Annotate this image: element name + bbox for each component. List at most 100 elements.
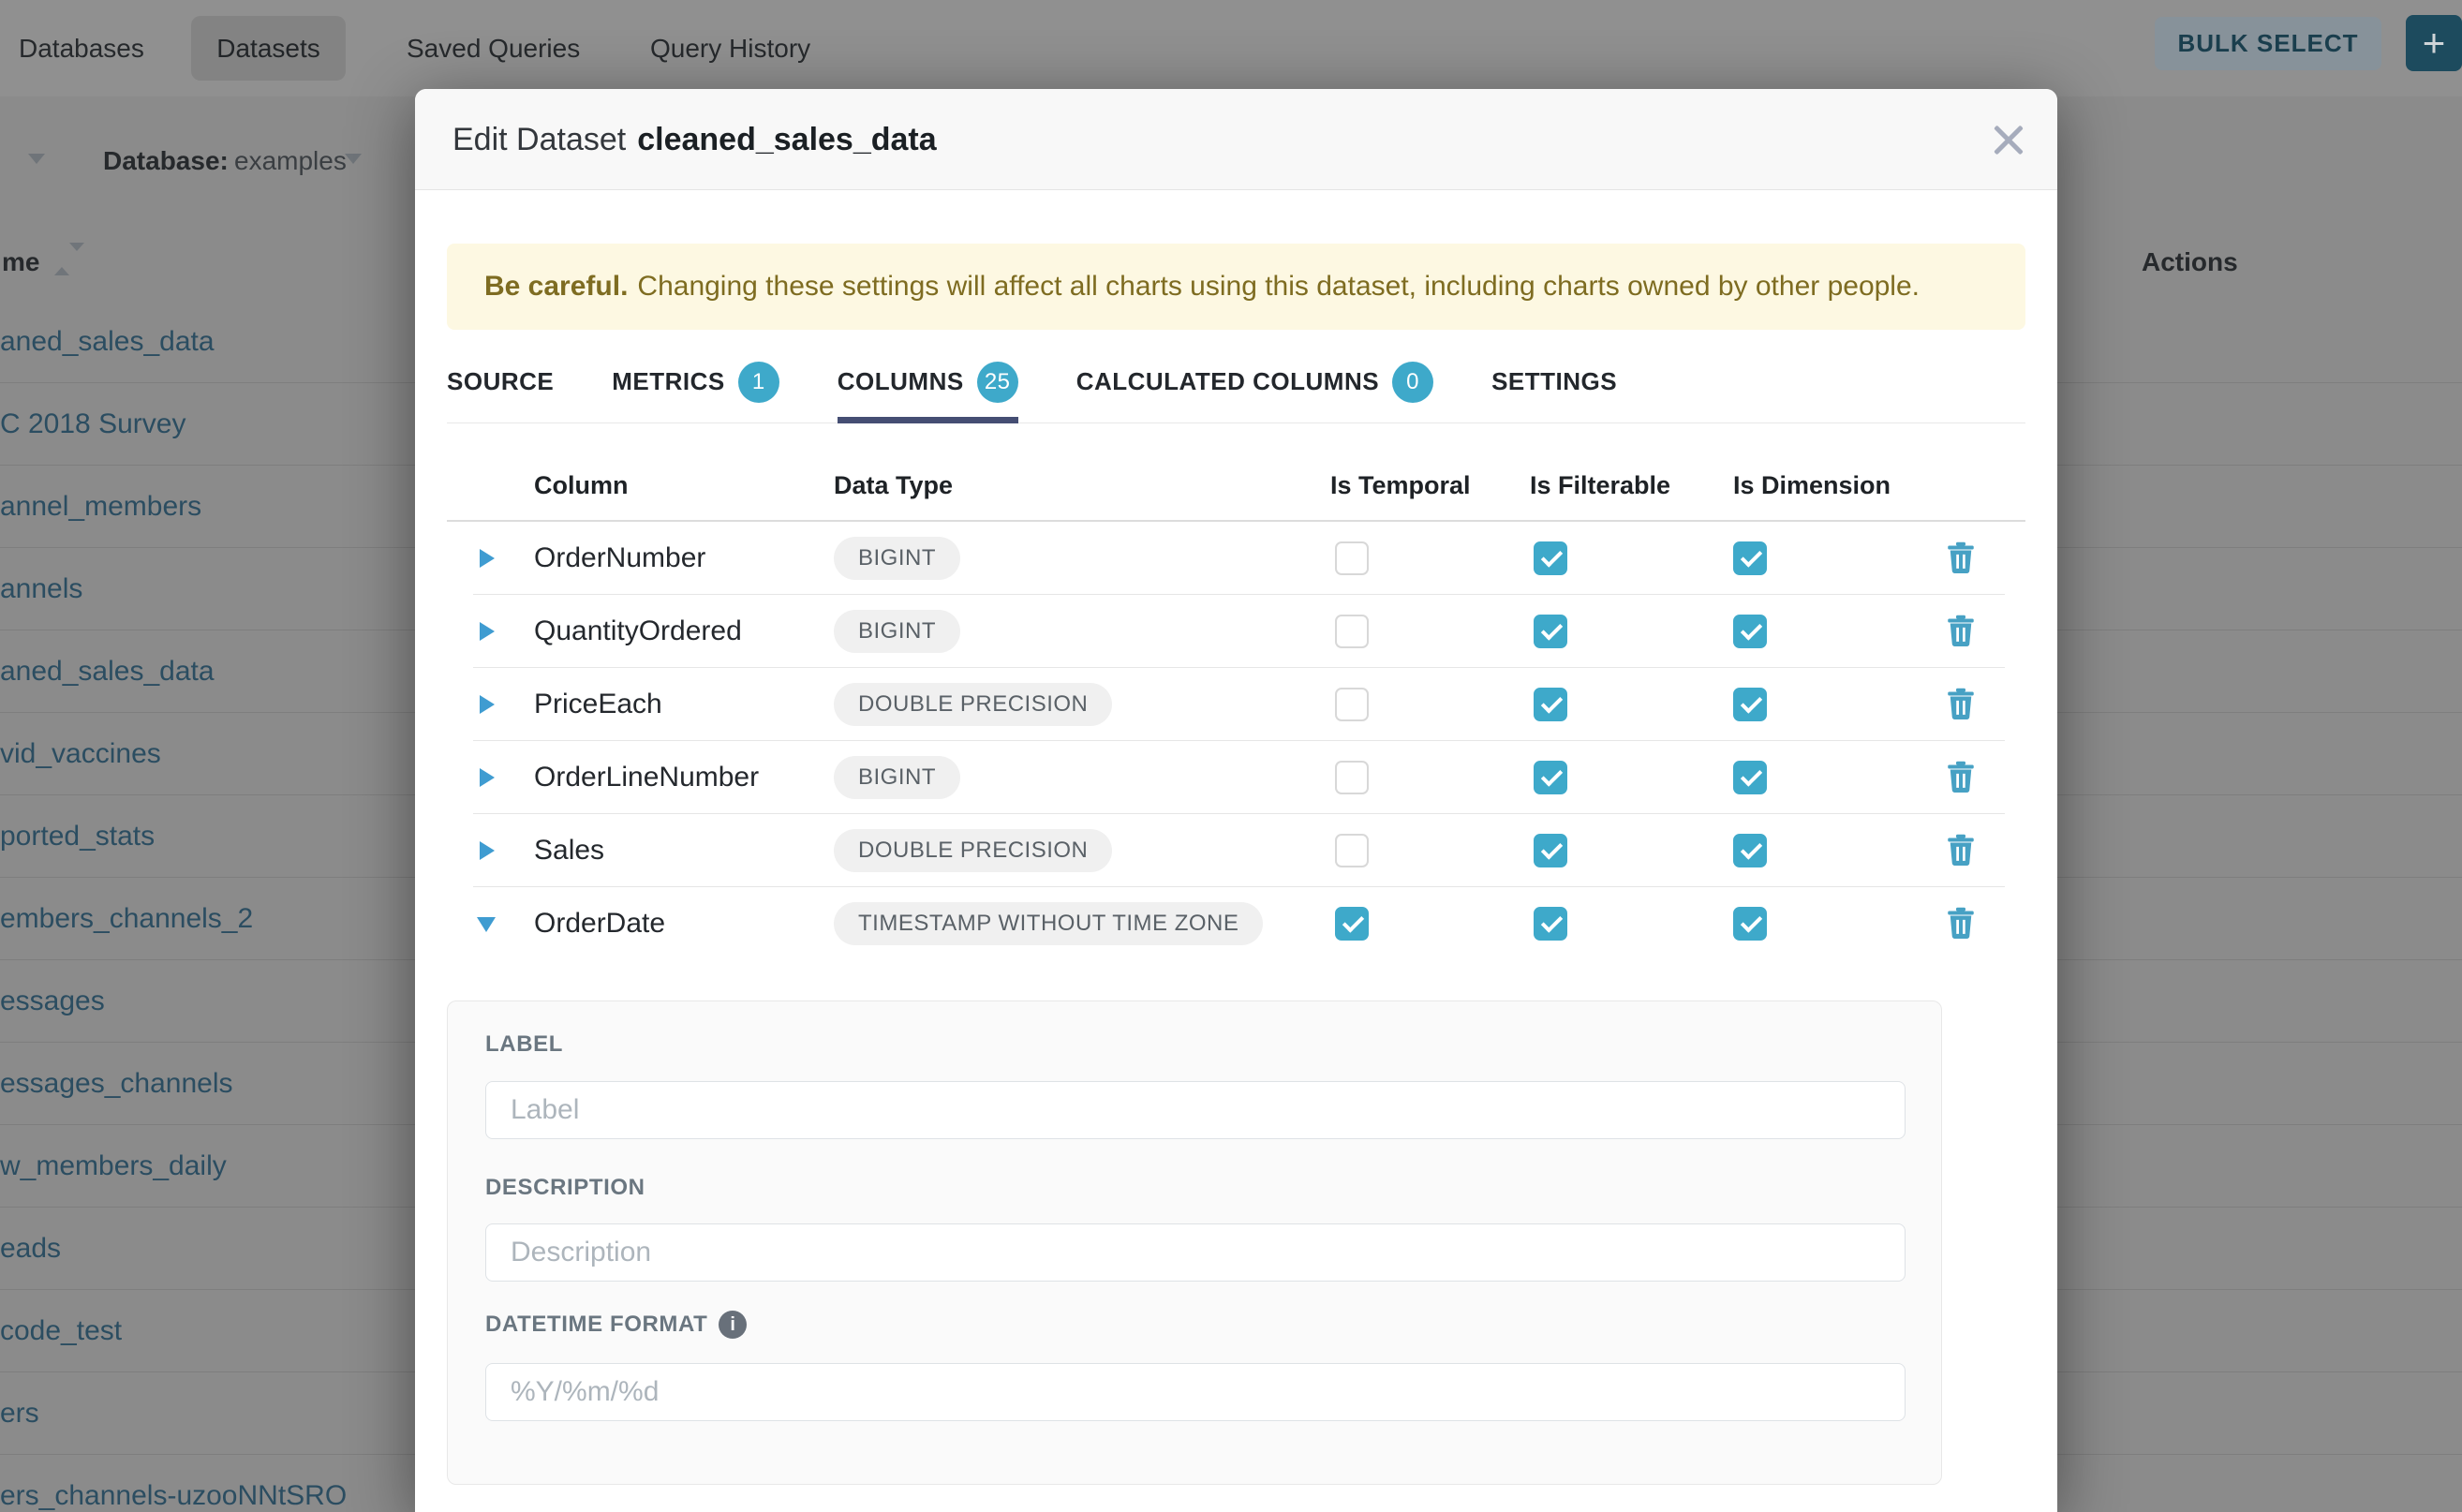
dataset-link[interactable]: w_members_daily [0,1150,227,1182]
column-detail-panel: LABEL DESCRIPTION DATETIME FORMAT i [447,1001,1942,1485]
label-text: DESCRIPTION [485,1175,645,1201]
sort-icon[interactable] [54,251,69,268]
column-name: OrderDate [534,887,665,960]
is-filterable-checkbox[interactable] [1534,907,1567,941]
data-type-pill: BIGINT [834,537,960,580]
tab-label: SOURCE [447,367,554,396]
nav-item-query-history[interactable]: Query History [650,0,810,96]
tab-settings[interactable]: SETTINGS [1491,341,1617,422]
info-icon[interactable]: i [719,1311,747,1339]
columns-count-badge: 25 [977,362,1018,403]
dataset-link[interactable]: annel_members [0,491,201,523]
dataset-link[interactable]: ers [0,1398,39,1430]
name-column-header: me [2,247,39,277]
tab-label: SETTINGS [1491,367,1617,396]
header-is-filterable: Is Filterable [1530,471,1670,500]
is-dimension-checkbox[interactable] [1733,615,1767,648]
is-temporal-checkbox[interactable] [1335,688,1369,721]
is-temporal-checkbox[interactable] [1335,541,1369,575]
dataset-link[interactable]: eads [0,1233,61,1265]
edit-dataset-modal: Edit Dataset cleaned_sales_data Be caref… [415,89,2057,1512]
is-dimension-checkbox[interactable] [1733,688,1767,721]
database-filter-value[interactable]: examples [234,146,347,176]
tab-label: COLUMNS [838,367,964,396]
database-filter-caret-icon[interactable] [345,154,362,164]
dataset-link[interactable]: essages_channels [0,1068,233,1100]
tab-source[interactable]: SOURCE [447,341,554,422]
data-type-pill: DOUBLE PRECISION [834,829,1112,872]
is-temporal-checkbox[interactable] [1335,907,1369,941]
delete-column-icon[interactable] [1942,832,1980,869]
dataset-link[interactable]: ers_channels-uzooNNtSRO [0,1480,347,1512]
tab-metrics[interactable]: METRICS 1 [612,341,779,422]
delete-column-icon[interactable] [1942,905,1980,942]
modal-header: Edit Dataset cleaned_sales_data [415,89,2057,190]
data-type-pill: DOUBLE PRECISION [834,683,1112,726]
data-type-pill: TIMESTAMP WITHOUT TIME ZONE [834,902,1263,945]
top-navbar: Databases Datasets Saved Queries Query H… [0,0,2462,96]
is-temporal-checkbox[interactable] [1335,834,1369,867]
nav-item-databases[interactable]: Databases [19,0,144,96]
tab-columns[interactable]: COLUMNS 25 [838,341,1018,422]
delete-column-icon[interactable] [1942,540,1980,577]
bulk-select-button[interactable]: BULK SELECT [2155,17,2381,70]
is-temporal-checkbox[interactable] [1335,761,1369,794]
column-name: QuantityOrdered [534,595,742,668]
dataset-link[interactable]: vid_vaccines [0,738,161,770]
expand-caret-icon[interactable] [480,695,495,714]
column-row: PriceEach DOUBLE PRECISION [415,668,2057,741]
dataset-link[interactable]: embers_channels_2 [0,903,253,935]
expand-caret-icon[interactable] [480,622,495,641]
datetime-format-field-label: DATETIME FORMAT i [485,1311,747,1339]
warning-text: Changing these settings will affect all … [637,271,1920,303]
is-filterable-checkbox[interactable] [1534,615,1567,648]
is-filterable-checkbox[interactable] [1534,834,1567,867]
is-dimension-checkbox[interactable] [1733,761,1767,794]
expand-caret-icon[interactable] [480,768,495,787]
column-row: Sales DOUBLE PRECISION [415,814,2057,887]
description-field[interactable] [485,1223,1906,1282]
warning-bold: Be careful. [484,271,628,303]
add-dataset-button[interactable]: + [2406,15,2462,71]
dataset-link[interactable]: annels [0,573,82,605]
dataset-link[interactable]: C 2018 Survey [0,408,185,440]
collapse-caret-icon[interactable] [477,917,496,932]
tab-calculated-columns[interactable]: CALCULATED COLUMNS 0 [1076,341,1433,422]
is-dimension-checkbox[interactable] [1733,907,1767,941]
is-dimension-checkbox[interactable] [1733,834,1767,867]
expand-caret-icon[interactable] [480,841,495,860]
description-field-label: DESCRIPTION [485,1175,645,1201]
delete-column-icon[interactable] [1942,759,1980,796]
dataset-link[interactable]: aned_sales_data [0,326,215,358]
close-icon[interactable] [1988,119,2029,160]
column-name: OrderNumber [534,522,705,595]
is-filterable-checkbox[interactable] [1534,541,1567,575]
nav-item-datasets[interactable]: Datasets [191,16,346,81]
column-name: PriceEach [534,668,662,741]
modal-title-prefix: Edit Dataset [452,122,626,158]
delete-column-icon[interactable] [1942,686,1980,723]
datetime-format-field[interactable] [485,1363,1906,1421]
column-row-expanded: OrderDate TIMESTAMP WITHOUT TIME ZONE [415,887,2057,960]
dataset-link[interactable]: aned_sales_data [0,656,215,688]
column-name: Sales [534,814,604,887]
is-filterable-checkbox[interactable] [1534,761,1567,794]
label-field-label: LABEL [485,1031,563,1058]
is-temporal-checkbox[interactable] [1335,615,1369,648]
column-name: OrderLineNumber [534,741,759,814]
header-column: Column [534,471,629,500]
delete-column-icon[interactable] [1942,613,1980,650]
expand-caret-icon[interactable] [480,549,495,568]
is-dimension-checkbox[interactable] [1733,541,1767,575]
data-type-pill: BIGINT [834,756,960,799]
actions-column-header: Actions [2142,247,2238,277]
dataset-link[interactable]: essages [0,986,105,1017]
label-text: DATETIME FORMAT [485,1312,707,1338]
label-field[interactable] [485,1081,1906,1139]
tab-label: CALCULATED COLUMNS [1076,367,1379,396]
dataset-link[interactable]: ported_stats [0,821,155,852]
is-filterable-checkbox[interactable] [1534,688,1567,721]
nav-item-saved-queries[interactable]: Saved Queries [407,0,580,96]
filter-dropdown-caret-icon[interactable] [28,154,45,164]
dataset-link[interactable]: code_test [0,1315,122,1347]
